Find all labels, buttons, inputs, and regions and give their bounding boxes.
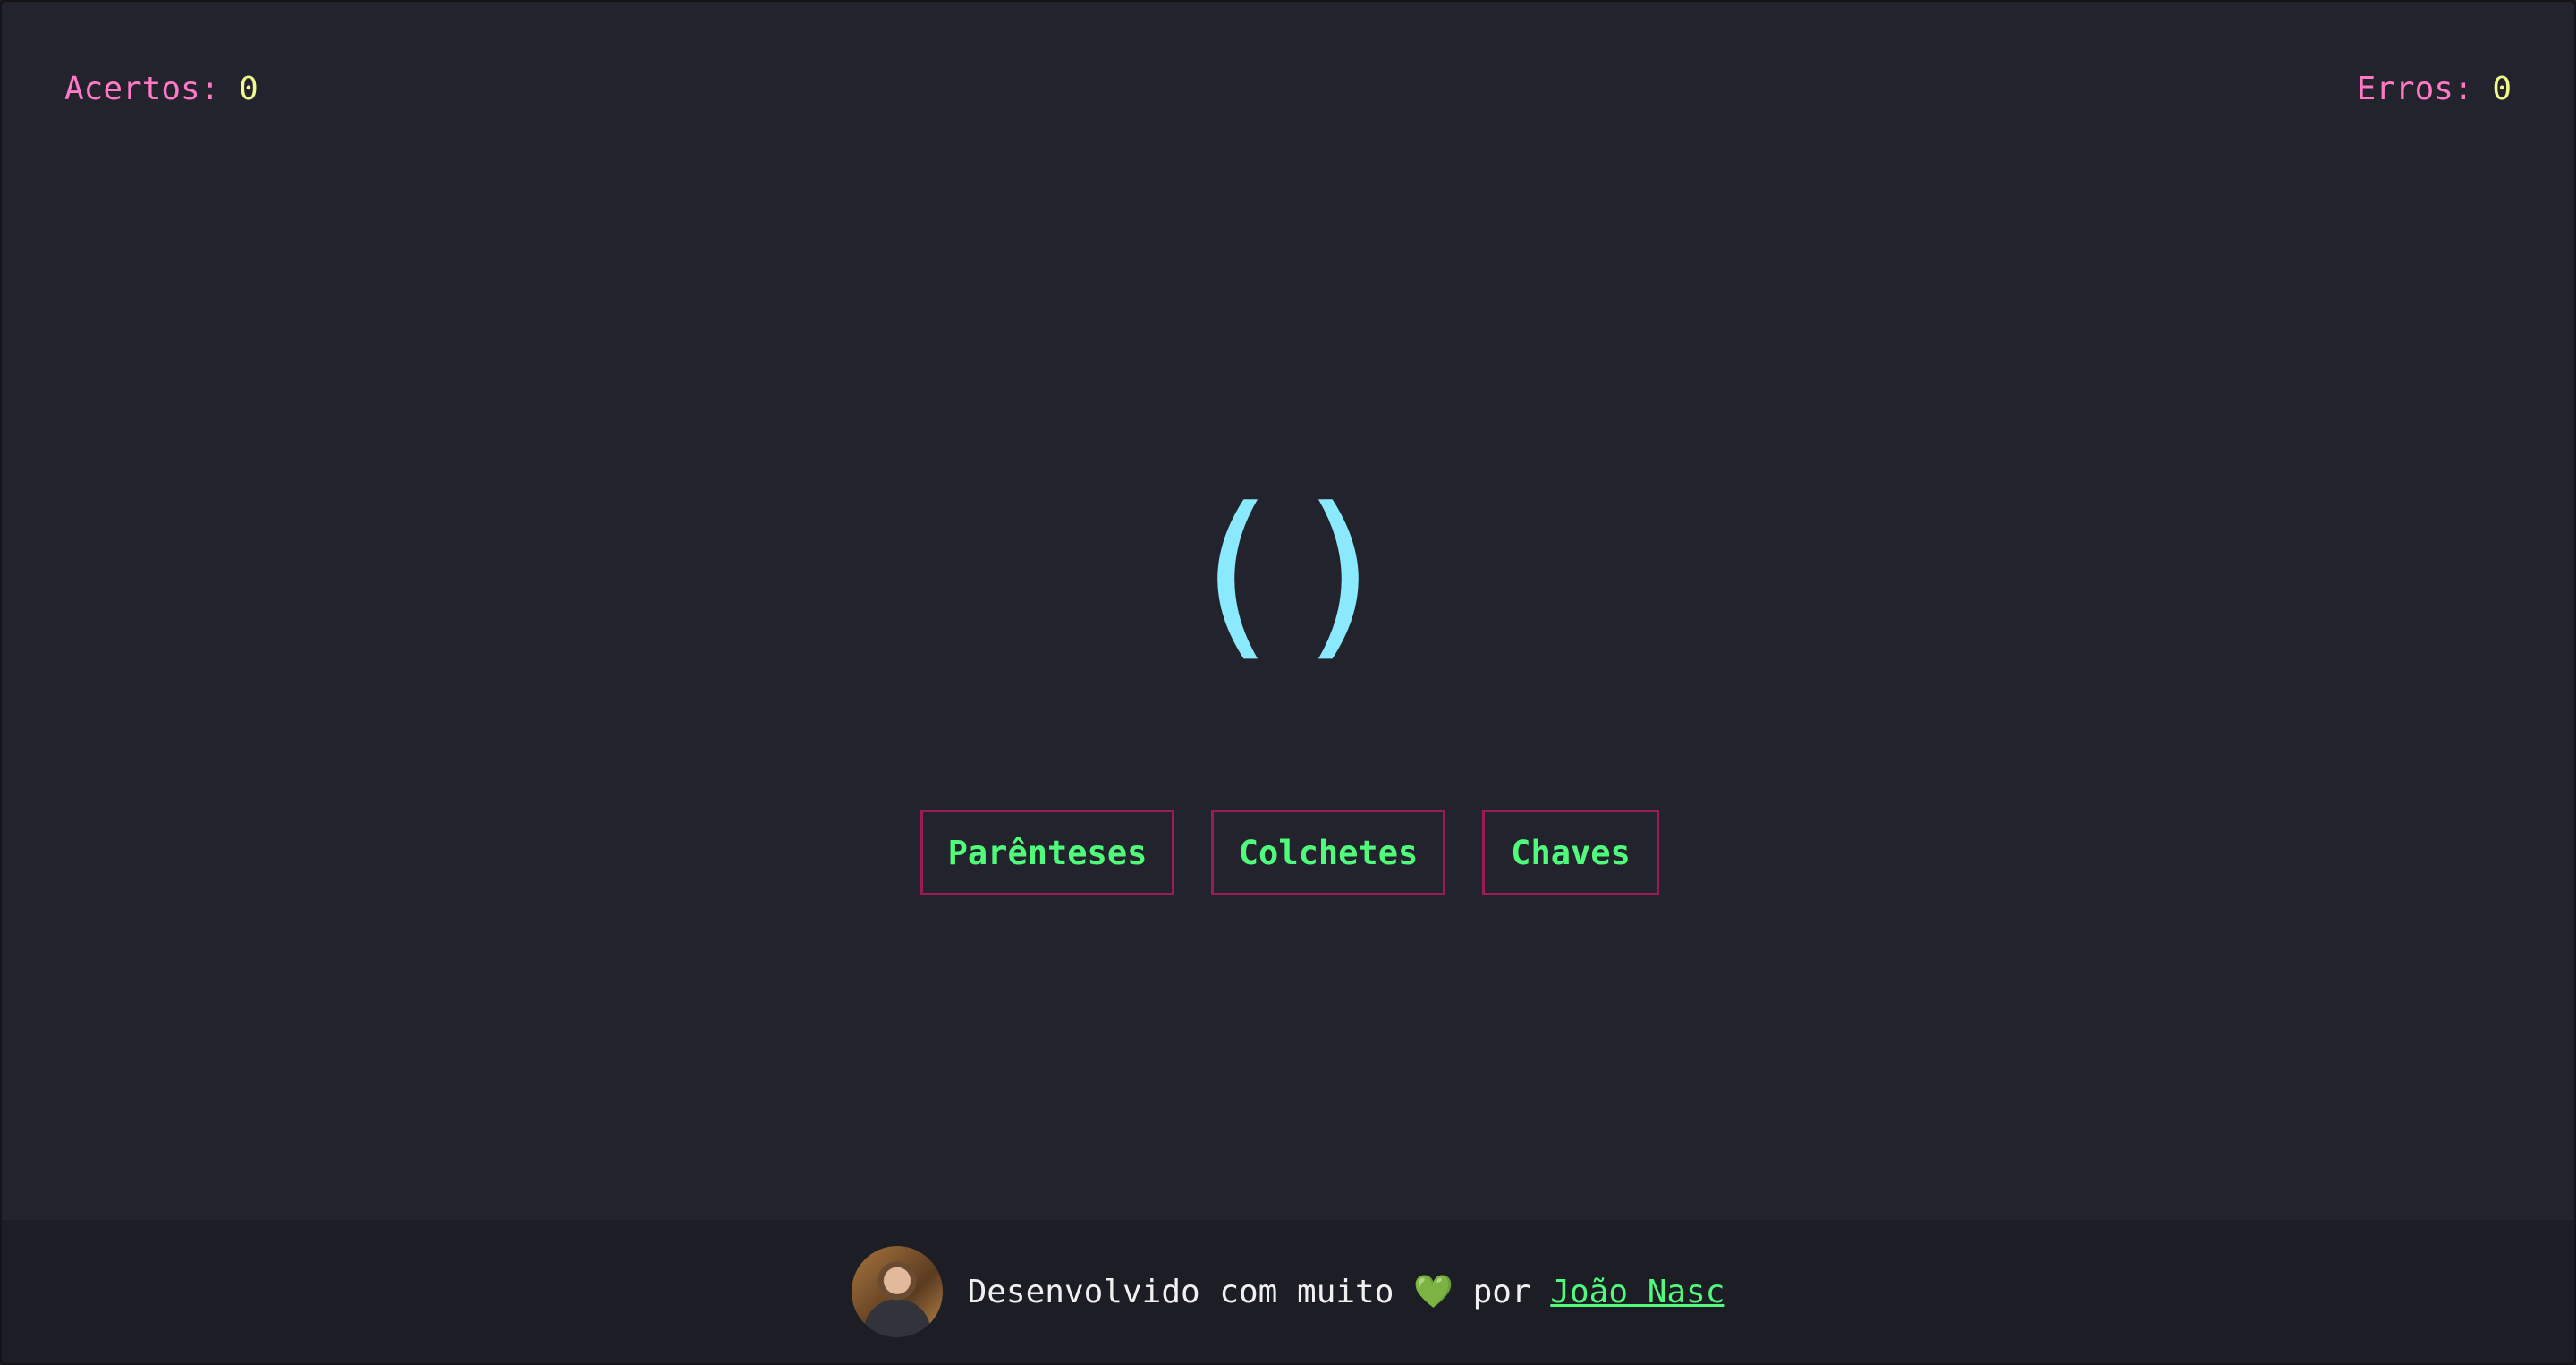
footer-by: por — [1472, 1274, 1531, 1310]
option-parenteses-button[interactable]: Parênteses — [920, 810, 1174, 895]
green-heart-icon: 💚 — [1413, 1274, 1453, 1310]
errors-value: 0 — [2492, 71, 2512, 107]
author-link[interactable]: João Nasc — [1550, 1274, 1724, 1310]
option-chaves-button[interactable]: Chaves — [1482, 810, 1659, 895]
open-bracket: ( — [1180, 470, 1288, 678]
bracket-symbol-display: ( ) — [2, 480, 2574, 668]
hits-value: 0 — [239, 71, 258, 107]
option-colchetes-button[interactable]: Colchetes — [1211, 810, 1445, 895]
footer-prefix: Desenvolvido com muito — [967, 1274, 1394, 1310]
hits-label: Acertos: — [64, 71, 220, 107]
answer-options: Parênteses Colchetes Chaves — [920, 810, 1659, 895]
footer-credit: Desenvolvido com muito 💚 por João Nasc — [968, 1273, 1725, 1310]
errors-label: Erros: — [2356, 71, 2473, 107]
footer: Desenvolvido com muito 💚 por João Nasc — [2, 1220, 2574, 1363]
errors-counter: Erros: 0 — [2357, 68, 2512, 111]
game-window: Acertos: 0 Erros: 0 ( ) Parênteses Colch… — [0, 0, 2576, 1365]
close-bracket: ) — [1288, 470, 1396, 678]
author-avatar — [851, 1246, 943, 1337]
hits-counter: Acertos: 0 — [64, 68, 258, 111]
